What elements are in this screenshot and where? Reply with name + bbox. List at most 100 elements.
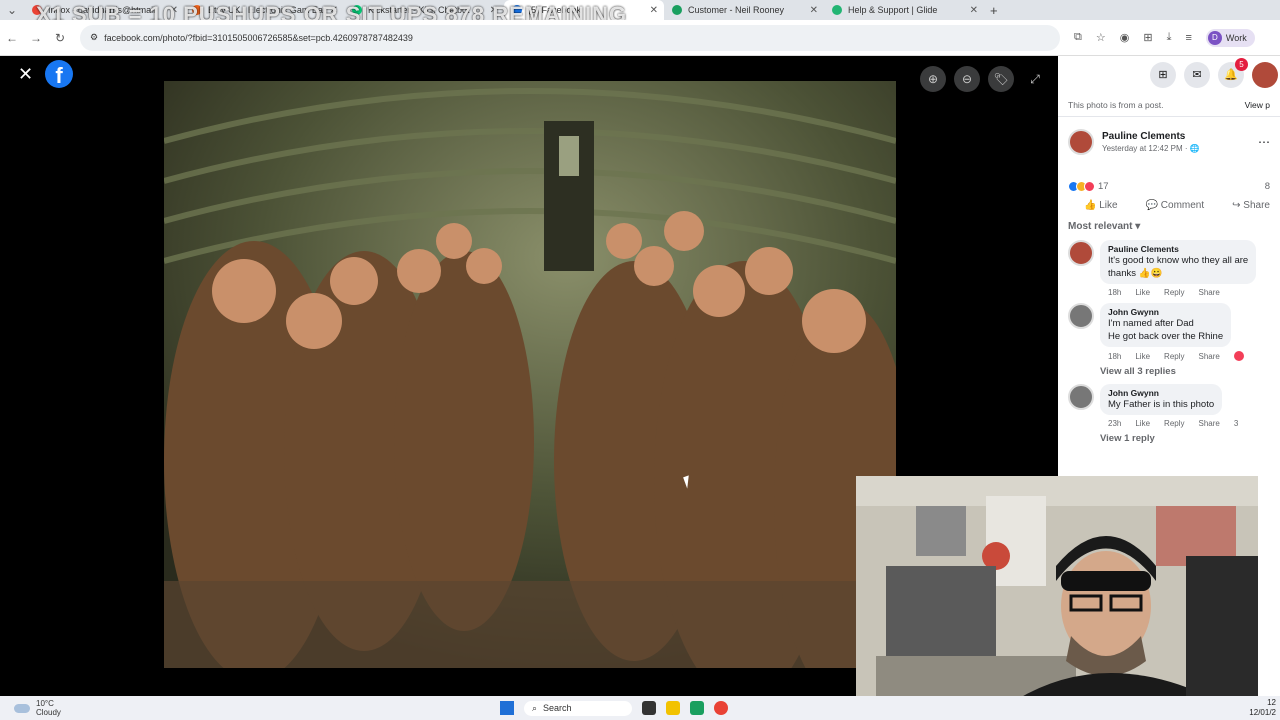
- view-replies-link[interactable]: View 1 reply: [1058, 430, 1280, 447]
- weather-condition: Cloudy: [36, 708, 61, 717]
- comment-share-button[interactable]: Share: [1199, 352, 1220, 361]
- comment-bubble: Pauline Clements It's good to know who t…: [1100, 240, 1257, 284]
- zoom-in-icon[interactable]: ⊕: [920, 66, 946, 92]
- notifications-bell-icon[interactable]: 🔔 5: [1218, 58, 1248, 88]
- tab-etsy[interactable]: Etsy UK | Electronic Gam Ear ✕: [184, 0, 344, 20]
- taskbar-search[interactable]: ⌕ Search: [524, 700, 632, 716]
- tab-label: Inbox - davidharris@htmail: [48, 5, 156, 15]
- tab-label: Etsy UK | Electronic Gam Ear: [208, 5, 326, 15]
- close-tab-icon[interactable]: ✕: [650, 5, 658, 16]
- back-icon[interactable]: ←: [0, 31, 24, 45]
- love-reaction-icon: [1233, 351, 1244, 361]
- commenter-name[interactable]: John Gwynn: [1108, 307, 1223, 317]
- tag-icon[interactable]: 🏷: [988, 66, 1014, 92]
- comment-like-button[interactable]: Like: [1135, 288, 1150, 297]
- author-avatar[interactable]: [1068, 129, 1094, 155]
- commenter-name[interactable]: John Gwynn: [1108, 388, 1214, 398]
- weather-widget[interactable]: 10°C Cloudy: [0, 699, 500, 717]
- taskbar-center: ⌕ Search: [500, 700, 728, 716]
- profile-button[interactable]: D Work: [1205, 28, 1255, 47]
- kickstarter-icon: [352, 5, 362, 15]
- close-icon[interactable]: ✕: [18, 64, 33, 85]
- new-tab-button[interactable]: +: [990, 3, 998, 18]
- taskbar-clock[interactable]: 12 12/01/2: [1249, 698, 1276, 718]
- commenter-avatar[interactable]: [1068, 240, 1094, 266]
- download-icon[interactable]: ⤓: [1167, 31, 1172, 44]
- comment-time[interactable]: 23h: [1108, 419, 1121, 428]
- url-text: facebook.com/photo/?fbid=310150500672658…: [104, 32, 413, 43]
- comment-meta: 18h Like Reply Share: [1100, 284, 1270, 299]
- comment-share-button[interactable]: Share: [1199, 288, 1220, 297]
- comment-sort-dropdown[interactable]: Most relevant ▾: [1058, 217, 1280, 236]
- account-avatar[interactable]: [1252, 62, 1278, 88]
- toolbar-icons: ⧉ ☆ ◉ ⊞ ⤓ ≡ D Work: [1074, 28, 1255, 47]
- windows-taskbar: 10°C Cloudy ⌕ Search 12 12/01/2: [0, 696, 1280, 720]
- tab-kickstarter[interactable]: Kickstarter - Kick Chatbot ✕: [344, 0, 504, 20]
- more-options-icon[interactable]: ⋯: [1258, 135, 1270, 149]
- globe-icon: 🌐: [1189, 144, 1200, 153]
- from-post-bar: This photo is from a post. View p: [1058, 94, 1280, 117]
- messenger-icon[interactable]: ✉: [1184, 62, 1210, 88]
- reaction-summary[interactable]: 17 8: [1058, 155, 1280, 192]
- comment-count[interactable]: 8: [1265, 181, 1270, 192]
- tab-bar: ⌄ Inbox - davidharris@htmail ✕ Etsy UK |…: [0, 0, 1280, 20]
- profile-avatar: D: [1207, 30, 1222, 45]
- site-info-icon[interactable]: ⚙: [90, 32, 98, 43]
- reaction-icons: [1068, 181, 1095, 192]
- bookmark-star-icon[interactable]: ☆: [1096, 31, 1106, 44]
- tab-facebook[interactable]: (5) Facebook ✕: [504, 0, 664, 20]
- comment-time[interactable]: 18h: [1108, 352, 1121, 361]
- comment-reply-button[interactable]: Reply: [1164, 352, 1184, 361]
- webcam-overlay: [856, 476, 1258, 700]
- tab-customer[interactable]: Customer - Neil Rooney ✕: [664, 0, 824, 20]
- close-tab-icon[interactable]: ✕: [490, 5, 498, 16]
- screen-share-icon[interactable]: ⧉: [1074, 31, 1082, 44]
- view-replies-link[interactable]: View all 3 replies: [1058, 363, 1280, 380]
- view-post-link[interactable]: View p: [1245, 100, 1270, 110]
- comment-meta: 18h Like Reply Share: [1100, 347, 1270, 363]
- file-explorer-icon[interactable]: [665, 701, 680, 715]
- extension-icon[interactable]: ◉: [1120, 31, 1130, 44]
- share-button[interactable]: ↪ Share: [1232, 200, 1270, 211]
- panel-header-icons: ⊞ ✉ 🔔 5: [1058, 56, 1280, 94]
- like-button[interactable]: 👍 Like: [1084, 200, 1118, 211]
- comment-like-button[interactable]: Like: [1135, 352, 1150, 361]
- comment-reply-button[interactable]: Reply: [1164, 419, 1184, 428]
- commenter-avatar[interactable]: [1068, 384, 1094, 410]
- tab-gmail[interactable]: Inbox - davidharris@htmail ✕: [24, 0, 184, 20]
- fullscreen-icon[interactable]: ⤢: [1022, 66, 1048, 92]
- windows-start-icon[interactable]: [500, 701, 514, 715]
- comment-button[interactable]: 💬 Comment: [1146, 200, 1205, 211]
- url-bar[interactable]: ⚙ facebook.com/photo/?fbid=3101505006726…: [80, 24, 1060, 51]
- comment-icon: 💬: [1145, 200, 1159, 211]
- comment-time[interactable]: 18h: [1108, 288, 1121, 297]
- commenter-avatar[interactable]: [1068, 303, 1094, 329]
- comment-reaction-count[interactable]: 3: [1234, 419, 1238, 428]
- close-tab-icon[interactable]: ✕: [810, 5, 818, 16]
- tab-list-icon[interactable]: ⌄: [0, 3, 24, 17]
- clock-date: 12/01/2: [1249, 708, 1276, 717]
- author-name[interactable]: Pauline Clements: [1102, 131, 1200, 142]
- commenter-name[interactable]: Pauline Clements: [1108, 244, 1248, 254]
- comment-share-button[interactable]: Share: [1199, 419, 1220, 428]
- cloud-icon: [14, 703, 30, 713]
- menu-grid-icon[interactable]: ⊞: [1150, 62, 1176, 88]
- task-view-icon[interactable]: [641, 701, 656, 715]
- facebook-logo[interactable]: f: [45, 60, 73, 88]
- puzzle-icon[interactable]: ⊞: [1143, 31, 1152, 44]
- chrome-icon[interactable]: [713, 701, 728, 715]
- close-tab-icon[interactable]: ✕: [970, 5, 978, 16]
- close-tab-icon[interactable]: ✕: [170, 5, 178, 16]
- reload-icon[interactable]: ↻: [48, 31, 72, 45]
- app-icon[interactable]: [689, 701, 704, 715]
- forward-icon[interactable]: →: [24, 31, 48, 45]
- from-post-text: This photo is from a post.: [1068, 100, 1164, 110]
- media-icon[interactable]: ≡: [1185, 32, 1191, 44]
- comment-text: thanks 👍😀: [1108, 268, 1163, 279]
- close-tab-icon[interactable]: ✕: [330, 5, 338, 16]
- comment-reply-button[interactable]: Reply: [1164, 288, 1184, 297]
- tab-glide[interactable]: Help & Support | Glide ✕: [824, 0, 984, 20]
- comment: John Gwynn I'm named after Dad He got ba…: [1058, 299, 1280, 363]
- zoom-out-icon[interactable]: ⊖: [954, 66, 980, 92]
- comment-like-button[interactable]: Like: [1135, 419, 1150, 428]
